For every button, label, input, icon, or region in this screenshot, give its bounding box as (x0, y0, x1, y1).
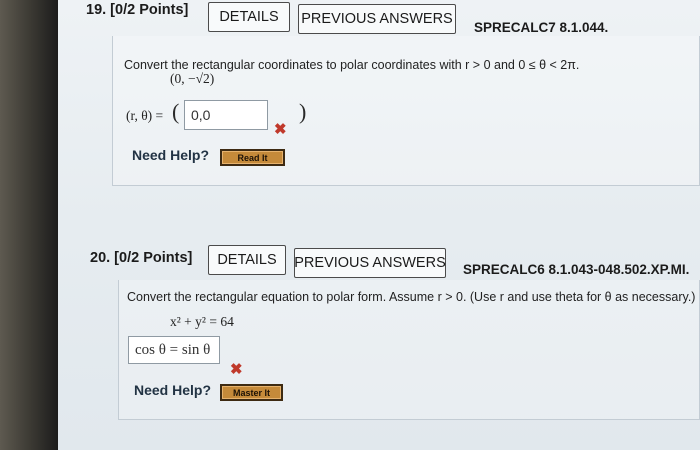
q20-master-it-button[interactable]: Master It (220, 384, 283, 401)
q19-details-button[interactable]: DETAILS (208, 2, 290, 32)
q19-problem-code: SPRECALC7 8.1.044. (474, 20, 609, 35)
q20-instruction: Convert the rectangular equation to pola… (127, 290, 696, 304)
q20-previous-answers-button[interactable]: PREVIOUS ANSWERS (294, 248, 446, 278)
q20-need-help-label: Need Help? (134, 382, 212, 398)
q20-title: 20. [0/2 Points] (90, 250, 193, 266)
q20-problem-code: SPRECALC6 8.1.043-048.502.XP.MI. (463, 262, 690, 277)
q19-answer-input[interactable]: 0,0 (184, 100, 268, 130)
q19-close-paren: ) (299, 99, 307, 124)
q19-previous-answers-button[interactable]: PREVIOUS ANSWERS (298, 4, 456, 34)
q20-details-button[interactable]: DETAILS (208, 245, 286, 275)
q20-answer-input[interactable]: cos θ = sin θ (128, 336, 220, 364)
q19-header: 19. [0/2 Points] (86, 2, 188, 18)
q20-header: 20. [0/2 Points] (90, 250, 192, 266)
screen-bezel (0, 0, 58, 450)
assignment-page: 19. [0/2 Points] DETAILS PREVIOUS ANSWER… (58, 0, 700, 450)
q19-read-it-button[interactable]: Read It (220, 149, 285, 166)
q19-red-x-icon: ✖ (274, 121, 287, 138)
q19-answer-label: (r, θ) = (126, 108, 164, 123)
q20-equation: x² + y² = 64 (170, 314, 234, 329)
q19-point: (0, −√2) (170, 71, 215, 86)
q19-instruction: Convert the rectangular coordinates to p… (124, 58, 580, 72)
q19-open-paren: ( (172, 99, 180, 124)
q19-need-help-label: Need Help? (132, 147, 210, 163)
q20-red-x-icon: ✖ (230, 361, 243, 378)
q19-title: 19. [0/2 Points] (86, 2, 189, 18)
